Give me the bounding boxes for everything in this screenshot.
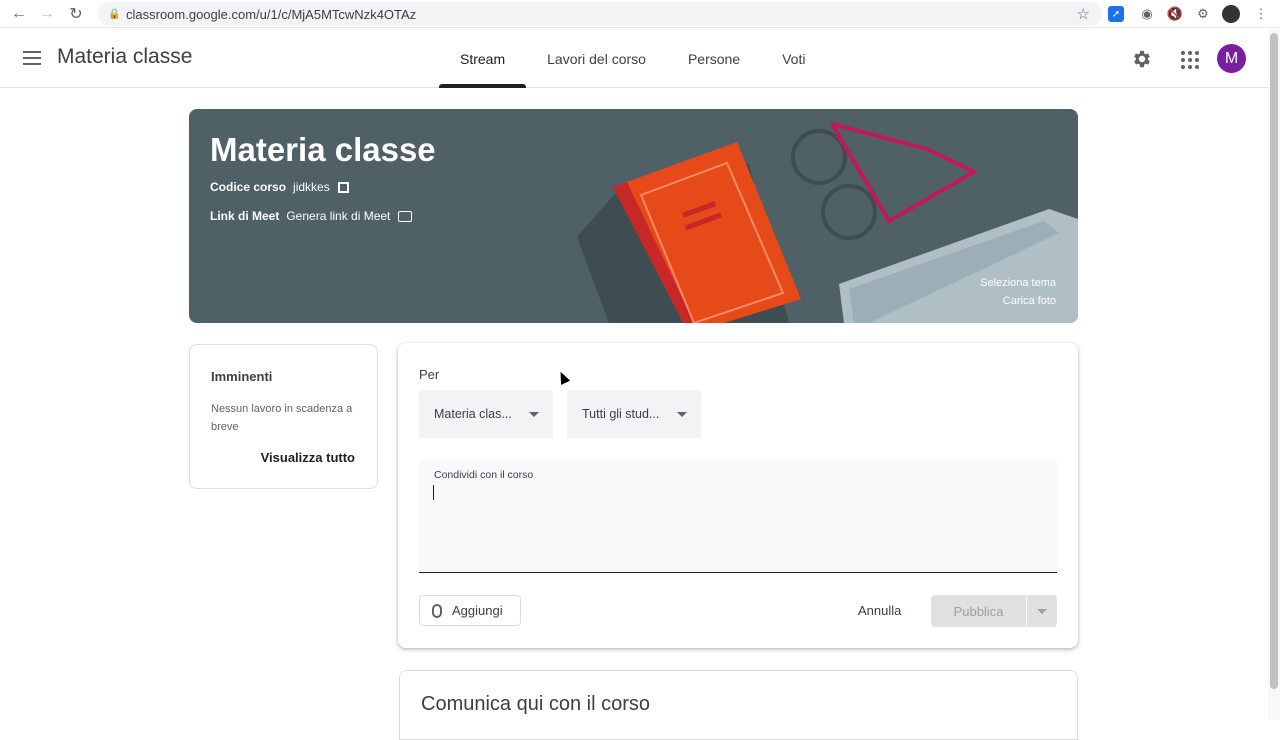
fullscreen-icon[interactable] [337,181,349,193]
announce-title: Comunica qui con il corso [421,693,650,715]
announce-card[interactable]: Comunica qui con il corso [399,670,1078,740]
extension-icon[interactable]: ➚ [1108,6,1124,22]
bookmark-star-icon[interactable]: ☆ [1077,5,1090,23]
video-camera-icon[interactable] [398,210,413,222]
back-arrow-icon[interactable]: ← [5,0,33,28]
text-cursor [433,485,434,500]
select-theme-link[interactable]: Seleziona tema [980,274,1056,292]
apps-grid-icon[interactable] [1179,49,1199,69]
tab-bar: Stream Lavori del corso Persone Voti [439,29,826,88]
paperclip-icon [432,603,442,618]
upcoming-card: Imminenti Nessun lavoro in scadenza a br… [189,344,378,489]
generate-meet-link[interactable]: Genera link di Meet [286,209,390,223]
cancel-button[interactable]: Annulla [858,603,901,618]
tab-people[interactable]: Persone [667,29,761,88]
banner-actions: Seleziona tema Carica foto [980,274,1056,310]
lock-icon: 🔒 [108,9,121,20]
forward-arrow-icon[interactable]: → [33,0,61,28]
course-title: Materia classe [210,131,436,168]
view-all-link[interactable]: Visualizza tutto [261,450,355,465]
announcement-composer: Per Materia clas... Tutti gli stud... Co… [398,343,1078,648]
extension-icon[interactable]: ◉ [1137,4,1157,24]
scrollbar[interactable] [1268,29,1280,720]
class-select-value: Materia clas... [434,407,512,421]
course-code-value: jidkkes [293,180,330,194]
class-select[interactable]: Materia clas... [419,390,553,438]
puzzle-icon[interactable]: ⚙ [1193,4,1213,24]
url-text: classroom.google.com/u/1/c/MjA5MTcwNzk4O… [126,6,417,22]
mute-icon[interactable]: 🔇 [1165,4,1185,24]
course-banner: Materia classe Codice corso jidkkes Link… [189,109,1078,323]
tab-grades[interactable]: Voti [761,29,826,88]
upcoming-title: Imminenti [211,369,273,384]
course-code-row: Codice corso jidkkes [210,180,349,194]
app-header: Materia classe Stream Lavori del corso P… [0,29,1268,88]
avatar[interactable]: M [1217,44,1246,73]
browser-toolbar: ← → ↻ 🔒 classroom.google.com/u/1/c/MjA5M… [0,0,1280,28]
address-bar[interactable]: 🔒 classroom.google.com/u/1/c/MjA5MTcwNzk… [98,2,1102,26]
announcement-textarea[interactable]: Condividi con il corso [419,460,1057,573]
page-title[interactable]: Materia classe [57,45,192,69]
textarea-label: Condividi con il corso [434,469,534,481]
more-vert-icon[interactable]: ⋮ [1251,4,1271,24]
meet-link-label: Link di Meet [210,209,280,223]
add-attachment-button[interactable]: Aggiungi [419,595,521,626]
dropdown-caret-icon [529,412,539,417]
tab-stream[interactable]: Stream [439,29,527,88]
meet-link-row: Link di Meet Genera link di Meet [210,209,413,223]
for-label: Per [419,367,440,382]
scrollbar-thumb[interactable] [1270,33,1278,689]
upcoming-message: Nessun lavoro in scadenza a breve [211,403,353,433]
menu-icon[interactable] [20,47,44,71]
tab-coursework[interactable]: Lavori del corso [526,29,667,88]
add-button-label: Aggiungi [452,603,503,618]
dropdown-caret-icon [677,412,687,417]
students-select[interactable]: Tutti gli stud... [567,390,701,438]
publish-button[interactable]: Pubblica [931,595,1026,627]
publish-options-button[interactable] [1027,595,1057,627]
reload-icon[interactable]: ↻ [62,0,90,28]
gear-icon[interactable] [1131,48,1153,70]
profile-avatar[interactable] [1222,5,1240,23]
dropdown-caret-icon [1037,609,1047,614]
upload-photo-link[interactable]: Carica foto [980,292,1056,310]
course-code-label: Codice corso [210,180,287,194]
students-select-value: Tutti gli stud... [582,407,660,421]
